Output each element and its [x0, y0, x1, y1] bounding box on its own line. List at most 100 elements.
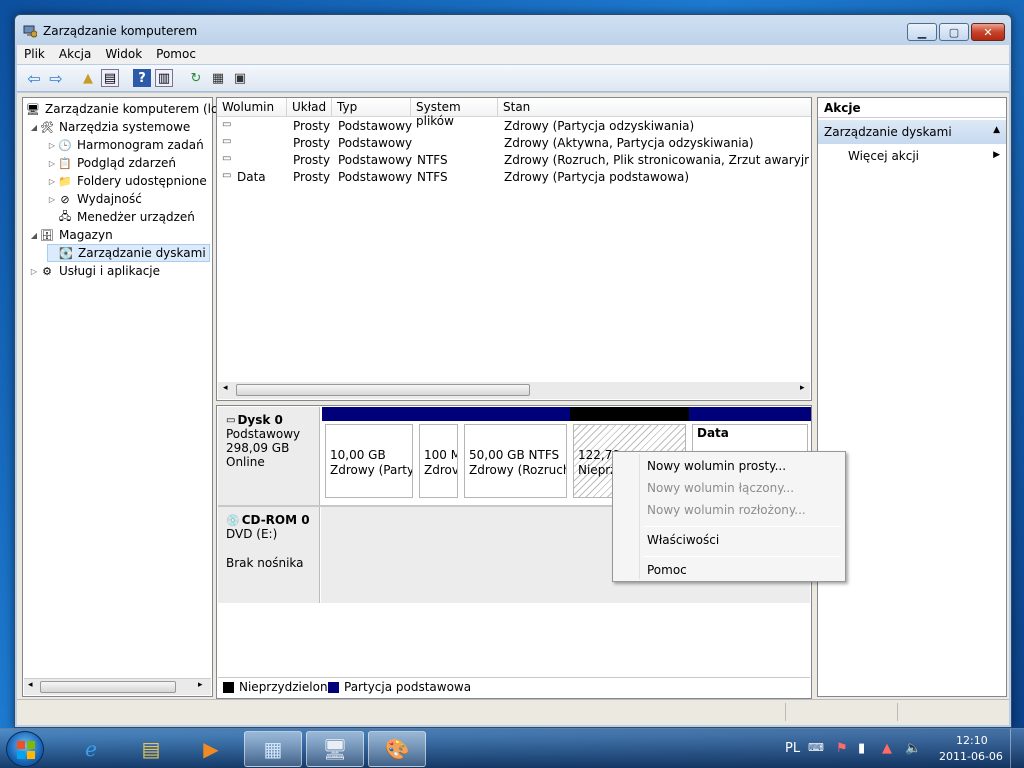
submenu-arrow-icon: ▶: [993, 150, 1000, 160]
action-center-icon[interactable]: ⚑: [836, 741, 848, 756]
drive-icon: ▭: [222, 153, 232, 164]
menu-widok[interactable]: Widok: [98, 45, 149, 64]
partition-2[interactable]: 100 M Zdrov: [416, 407, 461, 501]
tree-item-disk-management[interactable]: 💽 Zarządzanie dyskami: [47, 244, 210, 262]
table-row[interactable]: ▭ Prosty Podstawowy NTFS Zdrowy (Rozruch…: [217, 152, 811, 169]
menu-item-new-simple-volume[interactable]: Nowy wolumin prosty...: [647, 459, 786, 473]
collapsed-arrow-icon[interactable]: ▷: [47, 195, 57, 204]
legend-primary-label: Partycja podstawowa: [344, 680, 472, 694]
tree-item-storage[interactable]: ◢ 🗄 Magazyn: [29, 226, 113, 244]
tree-item-shared-folders[interactable]: ▷ 📁 Foldery udostępnione: [47, 172, 207, 190]
disk-0-label[interactable]: ▭ Dysk 0 Podstawowy 298,09 GB Online: [218, 407, 320, 505]
help-icon[interactable]: ?: [133, 69, 151, 87]
window-title: Zarządzanie komputerem: [43, 24, 198, 38]
actions-section-disk-management[interactable]: Zarządzanie dyskami ▲: [818, 120, 1006, 144]
storage-icon: 🗄: [40, 228, 54, 242]
context-menu: Nowy wolumin prosty... Nowy wolumin łącz…: [612, 451, 846, 582]
menu-akcja[interactable]: Akcja: [52, 45, 98, 64]
menu-item-properties[interactable]: Właściwości: [647, 533, 719, 547]
explorer-folder-icon[interactable]: ▤: [122, 731, 180, 767]
services-icon: ⚙: [42, 264, 52, 278]
start-button[interactable]: [6, 731, 44, 767]
actions-pane: Akcje Zarządzanie dyskami ▲ Więcej akcji…: [817, 97, 1007, 697]
cdrom-0-label[interactable]: 💿 CD-ROM 0 DVD (E:) Brak nośnika: [218, 507, 320, 603]
internet-explorer-icon[interactable]: ℯ: [62, 731, 120, 767]
collapsed-arrow-icon[interactable]: ▷: [47, 141, 57, 150]
more-actions-item[interactable]: Więcej akcji ▶: [848, 149, 1004, 167]
title-bar[interactable]: Zarządzanie komputerem ▁ ▢ ✕: [15, 15, 1011, 45]
tree-item-performance[interactable]: ▷ ⊘ Wydajność: [47, 190, 142, 208]
tree-item-event-viewer[interactable]: ▷ 📋 Podgląd zdarzeń: [47, 154, 176, 172]
collapse-arrow-icon[interactable]: ▲: [993, 125, 1000, 135]
scrollbar-thumb[interactable]: [40, 681, 176, 693]
legend-primary-swatch: [328, 682, 339, 693]
partition-3[interactable]: 50,00 GB NTFS Zdrowy (Rozruch,: [461, 407, 570, 501]
show-action-pane-icon[interactable]: ▥: [155, 69, 173, 87]
table-row[interactable]: ▭ Prosty Podstawowy Zdrowy (Aktywna, Par…: [217, 135, 811, 152]
column-header-volume[interactable]: Wolumin: [217, 98, 287, 117]
client-area: 🖥 Zarządzanie komputerem (loka ◢ 🛠 Narzędzi…: [17, 93, 1009, 699]
forward-icon[interactable]: ⇨: [47, 69, 65, 88]
tree-item-task-scheduler[interactable]: ▷ 🕒 Harmonogram zadań: [47, 136, 204, 154]
minimize-button[interactable]: ▁: [907, 23, 937, 41]
table-row[interactable]: ▭ Data Prosty Podstawowy NTFS Zdrowy (Pa…: [217, 169, 811, 186]
clock-time[interactable]: 12:10: [956, 734, 988, 747]
network-icon[interactable]: ▲: [882, 741, 892, 756]
show-desktop-button[interactable]: [1010, 729, 1024, 768]
disk-management-icon: 💽: [59, 246, 73, 260]
status-bar: [17, 699, 1009, 725]
partition-1[interactable]: 10,00 GB Zdrowy (Partyc: [322, 407, 416, 501]
language-indicator[interactable]: PL: [785, 741, 800, 756]
collapsed-arrow-icon[interactable]: ▷: [47, 159, 57, 168]
scroll-right-icon[interactable]: ▸: [800, 383, 805, 393]
expanded-arrow-icon[interactable]: ◢: [29, 231, 39, 240]
refresh-icon[interactable]: ↻: [187, 69, 205, 87]
column-header-status[interactable]: Stan: [498, 98, 811, 117]
back-icon[interactable]: ⇦: [25, 69, 43, 88]
tree-item-device-manager[interactable]: 🖧 Menedżer urządzeń: [47, 208, 195, 226]
keyboard-icon[interactable]: ⌨: [808, 741, 824, 754]
column-header-file-system[interactable]: System plików: [411, 98, 498, 128]
paint-icon[interactable]: 🎨: [368, 731, 426, 767]
scroll-left-icon[interactable]: ◂: [223, 383, 228, 393]
scrollbar-thumb[interactable]: [236, 384, 530, 396]
media-player-icon[interactable]: ▶: [182, 731, 240, 767]
column-header-type[interactable]: Typ: [332, 98, 411, 117]
expanded-arrow-icon[interactable]: ◢: [29, 123, 39, 132]
legend-unallocated-label: Nieprzydzielone: [239, 680, 335, 694]
volume-icon[interactable]: 🔈: [905, 741, 921, 756]
close-button[interactable]: ✕: [971, 23, 1005, 41]
collapsed-arrow-icon[interactable]: ▷: [29, 267, 39, 276]
menu-plik[interactable]: Plik: [17, 45, 52, 64]
show-tree-icon[interactable]: ▤: [101, 69, 119, 87]
maximize-icon: ▢: [948, 25, 960, 39]
scroll-left-icon[interactable]: ◂: [28, 680, 33, 690]
column-header-layout[interactable]: Układ: [287, 98, 332, 117]
properties-icon[interactable]: ▦: [209, 69, 227, 87]
tree-item-computer-management[interactable]: 🖥 Zarządzanie komputerem (loka: [25, 100, 232, 118]
tree-horizontal-scrollbar[interactable]: ◂ ▸: [24, 678, 211, 695]
menu-bar: Plik Akcja Widok Pomoc: [17, 45, 1009, 64]
drive-icon: ▭: [222, 170, 232, 181]
clock-date[interactable]: 2011-06-06: [939, 750, 1003, 763]
tree-item-system-tools[interactable]: ◢ 🛠 Narzędzia systemowe: [29, 118, 190, 136]
table-row[interactable]: ▭ Prosty Podstawowy Zdrowy (Partycja odz…: [217, 118, 811, 135]
power-icon[interactable]: ▮: [858, 741, 865, 756]
tree-item-services-and-applications[interactable]: ▷ ⚙ Usługi i aplikacje: [29, 262, 160, 280]
toolbar: ⇦ ⇨ ▲ ▤ ? ▥ ↻ ▦ ▣: [17, 65, 1009, 92]
menu-pomoc[interactable]: Pomoc: [149, 45, 203, 64]
menu-item-help[interactable]: Pomoc: [647, 563, 687, 577]
control-panel-icon[interactable]: ▦: [244, 731, 302, 767]
windows-logo-icon: [17, 741, 35, 759]
scroll-right-icon[interactable]: ▸: [198, 680, 203, 690]
volume-list-horizontal-scrollbar[interactable]: ◂ ▸: [218, 382, 810, 399]
hard-disk-icon: ▭: [226, 414, 236, 426]
device-manager-icon: 🖧: [58, 209, 72, 223]
collapsed-arrow-icon[interactable]: ▷: [47, 177, 57, 186]
computer-management-icon: [23, 25, 37, 38]
volume-list: Wolumin Układ Typ System plików Stan ▭ P…: [216, 97, 812, 401]
up-folder-icon[interactable]: ▲: [79, 69, 97, 87]
maximize-button[interactable]: ▢: [939, 23, 969, 41]
computer-management-taskbar-icon[interactable]: 🖥: [306, 731, 364, 767]
settings-icon[interactable]: ▣: [231, 69, 249, 87]
